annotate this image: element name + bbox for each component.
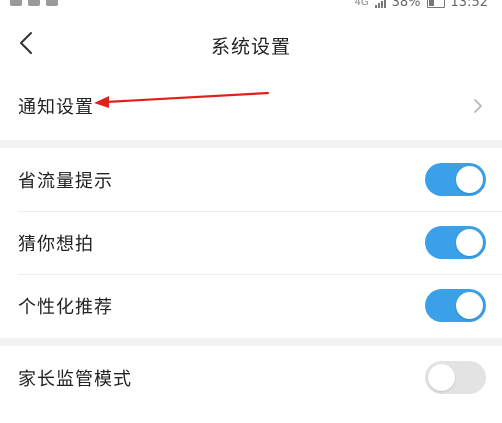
notification-settings-label: 通知设置 <box>18 97 94 118</box>
page-title: 系统设置 <box>210 36 291 58</box>
battery-percent: 38% <box>391 0 421 10</box>
chevron-right-icon <box>470 98 486 114</box>
personalized-recommendation-label: 个性化推荐 <box>18 296 113 318</box>
parental-mode-label: 家长监管模式 <box>18 368 132 390</box>
status-bar-notifications <box>10 0 58 6</box>
battery-icon <box>426 0 445 8</box>
data-saving-row: 省流量提示 <box>0 148 502 211</box>
message-notification-icon <box>46 0 58 6</box>
notification-settings-row[interactable]: 通知设置 <box>0 72 502 140</box>
status-bar-indicators: 4G 38% 13:52 <box>354 0 488 10</box>
settings-screen: 4G 38% 13:52 系统设置 通知设置 省流量提示 猜你想拍 个性化推荐 … <box>0 0 502 423</box>
notification-section: 通知设置 <box>0 72 502 140</box>
toggle-knob <box>456 166 483 193</box>
guess-you-want-toggle[interactable] <box>425 226 486 259</box>
signal-icon <box>374 0 386 8</box>
clock: 13:52 <box>450 0 488 10</box>
toggle-knob <box>428 364 455 391</box>
guess-you-want-label: 猜你想拍 <box>18 233 94 255</box>
toggle-knob <box>456 229 483 256</box>
navigation-header: 系统设置 <box>0 14 502 73</box>
image-notification-icon <box>10 0 22 6</box>
status-bar: 4G 38% 13:52 <box>0 0 502 14</box>
toggle-knob <box>456 292 483 319</box>
parental-mode-row: 家长监管模式 <box>0 346 502 409</box>
data-saving-toggle[interactable] <box>425 163 486 196</box>
parental-section: 家长监管模式 <box>0 346 502 423</box>
data-saving-label: 省流量提示 <box>18 170 113 192</box>
app-notification-icon <box>28 0 40 6</box>
personalized-recommendation-toggle[interactable] <box>425 289 486 322</box>
toggle-settings-section: 省流量提示 猜你想拍 个性化推荐 <box>0 148 502 338</box>
network-type: 4G <box>354 0 369 8</box>
guess-you-want-row: 猜你想拍 <box>0 211 502 274</box>
parental-mode-toggle[interactable] <box>425 361 486 394</box>
personalized-recommendation-row: 个性化推荐 <box>0 274 502 337</box>
